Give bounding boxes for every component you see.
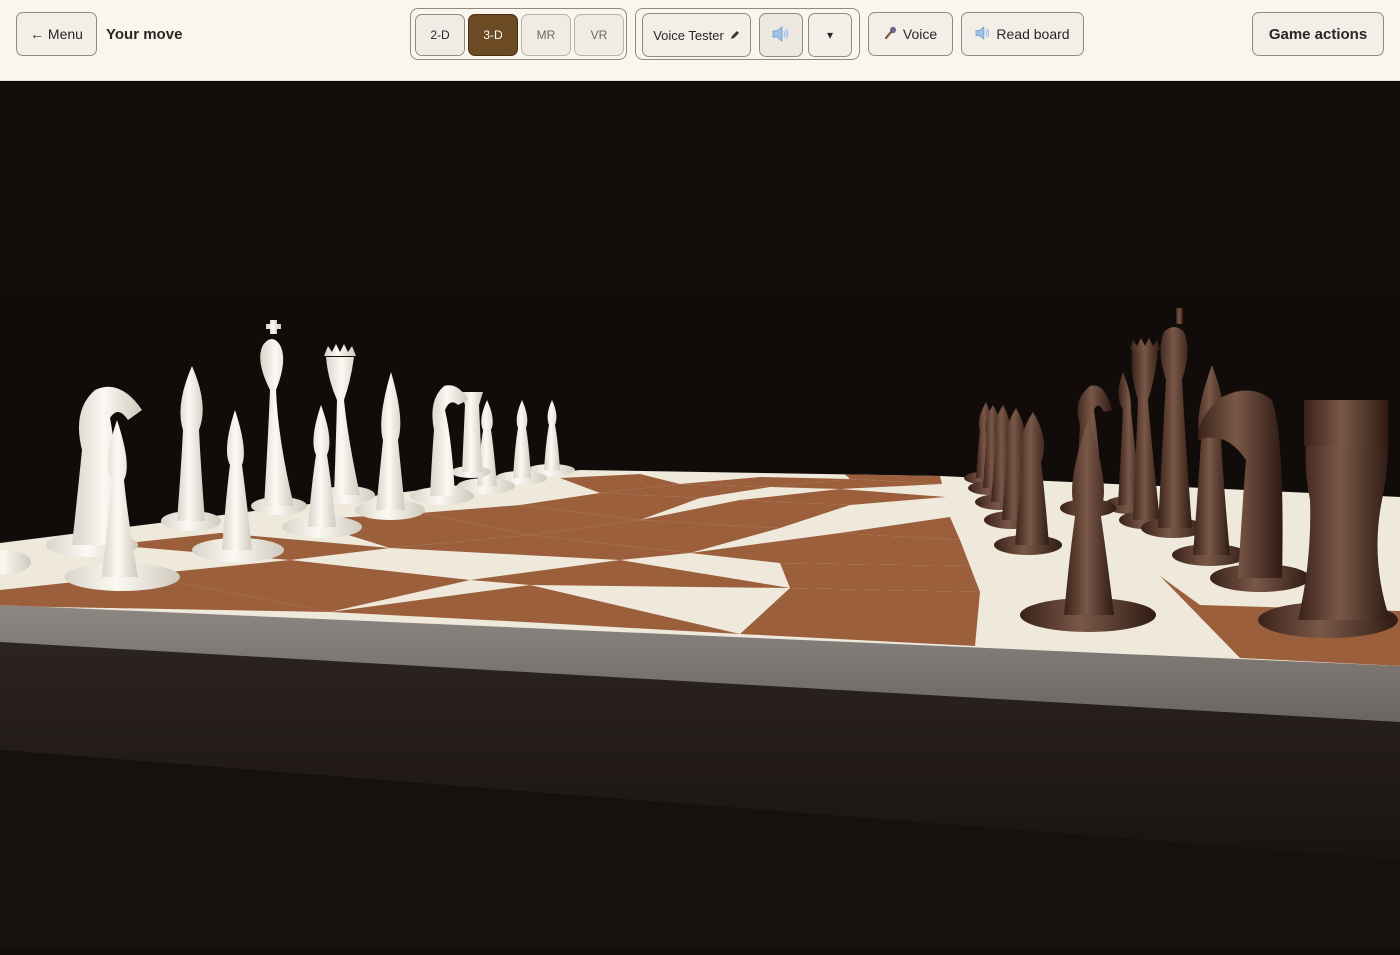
board-scene	[0, 81, 1400, 950]
voice-options-dropdown[interactable]: ▾	[808, 13, 852, 57]
view-mode-group: 2-D 3-D MR VR	[410, 8, 627, 60]
turn-status: Your move	[106, 26, 183, 43]
read-board-label: Read board	[996, 26, 1070, 42]
voice-button[interactable]: Voice	[868, 12, 953, 56]
volume-button[interactable]	[759, 13, 803, 57]
view-mode-3d-button[interactable]: 3-D	[468, 14, 518, 56]
voice-selector-button[interactable]: Voice Tester	[642, 13, 751, 57]
speaker-icon	[772, 25, 790, 45]
read-board-button[interactable]: Read board	[961, 12, 1084, 56]
speaker-icon	[975, 25, 991, 43]
3d-board-viewport[interactable]	[0, 81, 1400, 950]
menu-button[interactable]: ← Menu	[16, 12, 97, 56]
pencil-icon	[730, 28, 740, 43]
view-mode-2d-button[interactable]: 2-D	[415, 14, 465, 56]
game-actions-button[interactable]: Game actions	[1252, 12, 1384, 56]
voice-button-label: Voice	[902, 26, 938, 42]
microphone-icon	[884, 26, 898, 43]
caret-down-icon: ▾	[826, 28, 834, 42]
menu-button-label: ← Menu	[30, 26, 83, 42]
view-mode-mr-button[interactable]: MR	[521, 14, 571, 56]
voice-selector-label: Voice Tester	[653, 27, 724, 43]
top-toolbar: ← Menu Your move 2-D 3-D MR VR Voice Tes…	[0, 0, 1400, 81]
voice-settings-group: Voice Tester ▾	[635, 8, 860, 60]
game-actions-label: Game actions	[1268, 25, 1368, 43]
view-mode-vr-button[interactable]: VR	[574, 14, 624, 56]
